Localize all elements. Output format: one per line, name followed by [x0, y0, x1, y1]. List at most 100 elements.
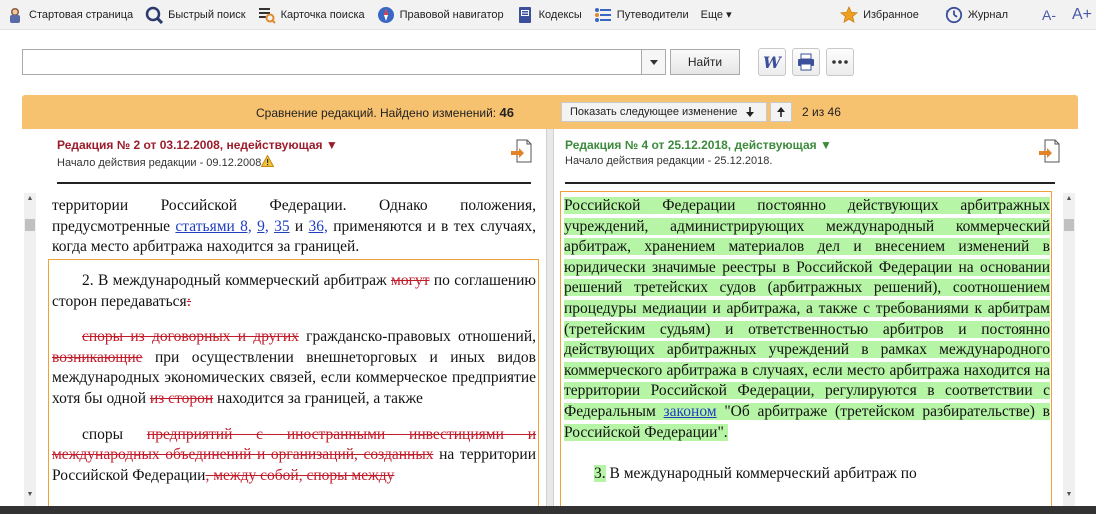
- compare-bar: Сравнение редакций. Найдено изменений: 4…: [22, 95, 1078, 129]
- word-icon: W: [763, 53, 782, 71]
- arrow-down-icon: [746, 107, 755, 117]
- right-scroll-thumb[interactable]: [1064, 219, 1074, 231]
- text-run: споры: [82, 425, 147, 443]
- print-button[interactable]: [792, 48, 820, 76]
- link-article-9[interactable]: 9,: [257, 218, 269, 235]
- right-document-text: Российской Федерации постоянно действующ…: [564, 196, 1050, 485]
- left-header-rule: [57, 182, 531, 184]
- more-actions-button[interactable]: [826, 48, 854, 76]
- left-changed-text: 2. В международный коммерческий арбитраж…: [52, 271, 536, 486]
- link-arbitration-law[interactable]: законом: [663, 402, 717, 420]
- right-open-document-button[interactable]: [1038, 139, 1060, 163]
- arrow-up-icon: [777, 107, 785, 117]
- menu-start-page-label: Стартовая страница: [29, 8, 134, 21]
- left-paragraph-4: споры предприятий с иностранными инвести…: [52, 425, 536, 487]
- scroll-up-arrow[interactable]: ▲: [1063, 193, 1075, 205]
- left-paragraph-1: территории Российской Федерации. Однако …: [52, 196, 536, 258]
- deleted-text: :: [186, 292, 191, 310]
- menu-right-group: Избранное Журнал A- A+: [834, 0, 1096, 30]
- printer-icon: [798, 53, 814, 71]
- deleted-text: могут: [391, 272, 430, 289]
- left-edition-start-text: Начало действия редакции - 09.12.2008: [57, 157, 262, 169]
- inserted-text: Российской Федерации постоянно действующ…: [564, 197, 1050, 420]
- taskbar-strip: [0, 506, 1096, 514]
- search-input[interactable]: [22, 49, 642, 75]
- next-change-label: Показать следующее изменение: [570, 106, 738, 118]
- menu-guides-label: Путеводители: [616, 8, 689, 21]
- menu-favorites-label: Избранное: [863, 9, 919, 21]
- left-paragraph-2: 2. В международный коммерческий арбитраж…: [52, 271, 536, 312]
- chevron-down-icon: [649, 59, 658, 65]
- left-edition-title[interactable]: Редакция № 2 от 03.12.2008, недействующа…: [57, 138, 338, 152]
- document-export-icon: [1039, 139, 1060, 163]
- compare-summary-text: Сравнение редакций. Найдено изменений:: [256, 106, 497, 120]
- previous-change-button[interactable]: [770, 102, 792, 122]
- search-history-dropdown[interactable]: [642, 49, 666, 75]
- menu-favorites[interactable]: Избранное: [834, 0, 925, 30]
- right-scrollbar[interactable]: ▲ ▼: [1063, 193, 1075, 514]
- link-article-36[interactable]: 36,: [309, 218, 328, 235]
- link-article-8[interactable]: статьями 8,: [175, 218, 251, 235]
- menu-journal[interactable]: Журнал: [939, 0, 1014, 30]
- left-edition-pane: Редакция № 2 от 03.12.2008, недействующа…: [22, 129, 546, 514]
- guide-list-icon: [594, 6, 612, 24]
- right-edition-pane: Редакция № 4 от 25.12.2018, действующая …: [554, 129, 1078, 514]
- font-larger-button[interactable]: A+: [1064, 6, 1096, 24]
- pane-splitter[interactable]: [546, 129, 554, 514]
- deleted-text: из сторон: [149, 389, 214, 407]
- search-icon: [145, 6, 164, 24]
- deleted-text: споры из договорных и других: [82, 328, 299, 346]
- left-scroll-thumb[interactable]: [25, 219, 35, 231]
- left-document-text: территории Российской Федерации. Однако …: [52, 196, 536, 258]
- text-run: и: [289, 217, 309, 235]
- document-export-icon: [511, 139, 532, 163]
- change-count: 46: [499, 105, 514, 120]
- menu-search-card-label: Карточка поиска: [280, 8, 365, 21]
- link-article-35[interactable]: 35: [274, 218, 290, 235]
- history-clock-icon: [945, 6, 963, 24]
- top-menu-bar: Стартовая страница Быстрый поиск Карточк…: [0, 0, 1096, 30]
- right-paragraph-1: Российской Федерации постоянно действующ…: [564, 196, 1050, 443]
- text-run: гражданско-правовых отношений,: [298, 328, 536, 346]
- menu-search-card[interactable]: Карточка поиска: [252, 0, 371, 30]
- right-edition-start: Начало действия редакции - 25.12.2018.: [565, 155, 773, 167]
- menu-more-label: Еще ▾: [700, 9, 732, 21]
- compass-icon: [377, 6, 395, 24]
- right-paragraph-2: 3. В международный коммерческий арбитраж…: [564, 464, 1050, 485]
- codex-book-icon: [516, 6, 534, 24]
- change-position: 2 из 46: [802, 105, 841, 119]
- scroll-down-arrow[interactable]: ▼: [1063, 489, 1075, 501]
- right-edition-title[interactable]: Редакция № 4 от 25.12.2018, действующая …: [565, 138, 832, 152]
- text-run: находится за границей, а также: [213, 389, 423, 407]
- menu-legal-navigator[interactable]: Правовой навигатор: [371, 0, 510, 30]
- deleted-text: возникающие: [52, 348, 143, 366]
- left-edition-title-text: Редакция № 2 от 03.12.2008, недействующа…: [57, 138, 338, 152]
- svg-text:W: W: [763, 53, 782, 71]
- text-run: В международный коммерческий арбитраж по: [605, 465, 917, 483]
- more-dots-icon: [832, 60, 848, 64]
- scroll-down-arrow[interactable]: ▼: [24, 489, 36, 501]
- right-header-rule: [565, 182, 1055, 184]
- consultant-logo-icon: [6, 6, 24, 24]
- right-edition-title-text: Редакция № 4 от 25.12.2018, действующая …: [565, 138, 832, 152]
- left-open-document-button[interactable]: [510, 139, 532, 163]
- menu-legal-navigator-label: Правовой навигатор: [399, 8, 504, 21]
- scroll-up-arrow[interactable]: ▲: [24, 193, 36, 205]
- find-button[interactable]: Найти: [670, 49, 740, 75]
- export-word-button[interactable]: W: [758, 48, 786, 76]
- menu-codexes[interactable]: Кодексы: [510, 0, 588, 30]
- warning-icon: [261, 154, 275, 167]
- left-edition-start: Начало действия редакции - 09.12.2008: [57, 154, 275, 169]
- next-change-button[interactable]: Показать следующее изменение: [561, 102, 767, 122]
- left-scrollbar[interactable]: ▲ ▼: [24, 193, 36, 514]
- left-paragraph-3: споры из договорных и других гражданско-…: [52, 327, 536, 409]
- menu-more[interactable]: Еще ▾: [695, 0, 738, 30]
- menu-quick-search[interactable]: Быстрый поиск: [139, 0, 251, 30]
- inserted-text: 3.: [594, 465, 606, 483]
- font-smaller-button[interactable]: A-: [1034, 7, 1064, 23]
- text-run: 2. В международный коммерческий арбитраж: [82, 272, 392, 289]
- menu-start-page[interactable]: Стартовая страница: [0, 0, 139, 30]
- deleted-text: , между собой, споры между: [205, 466, 395, 484]
- search-card-icon: [258, 6, 276, 24]
- menu-guides[interactable]: Путеводители: [588, 0, 695, 30]
